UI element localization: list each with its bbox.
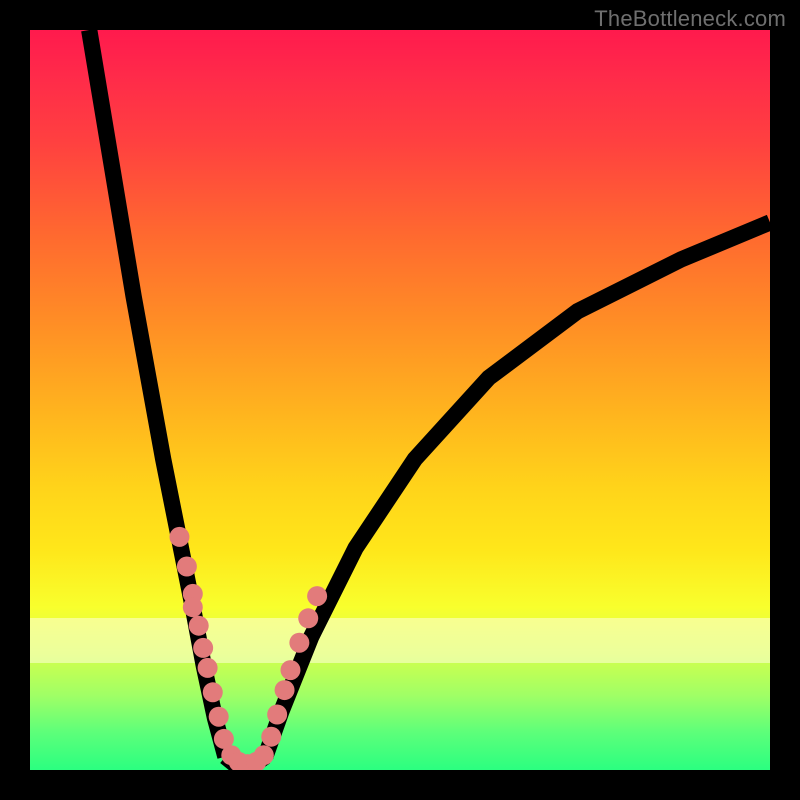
marker-dot	[275, 680, 295, 700]
marker-dot	[177, 557, 197, 577]
chart-plot-area	[30, 30, 770, 770]
chart-svg	[30, 30, 770, 770]
marker-dot	[203, 682, 223, 702]
curve-right-branch	[265, 222, 770, 756]
marker-dot	[193, 638, 213, 658]
marker-dot	[169, 527, 189, 547]
chart-frame: TheBottleneck.com	[0, 0, 800, 800]
marker-dot	[267, 705, 287, 725]
marker-dot	[183, 597, 203, 617]
marker-dot	[209, 707, 229, 727]
marker-dot	[289, 633, 309, 653]
marker-dot	[298, 608, 318, 628]
marker-dot	[254, 745, 274, 765]
marker-dot	[189, 616, 209, 636]
marker-dot	[280, 660, 300, 680]
marker-dot	[261, 727, 281, 747]
marker-dot	[198, 658, 218, 678]
marker-dot	[307, 586, 327, 606]
watermark-text: TheBottleneck.com	[594, 6, 786, 32]
